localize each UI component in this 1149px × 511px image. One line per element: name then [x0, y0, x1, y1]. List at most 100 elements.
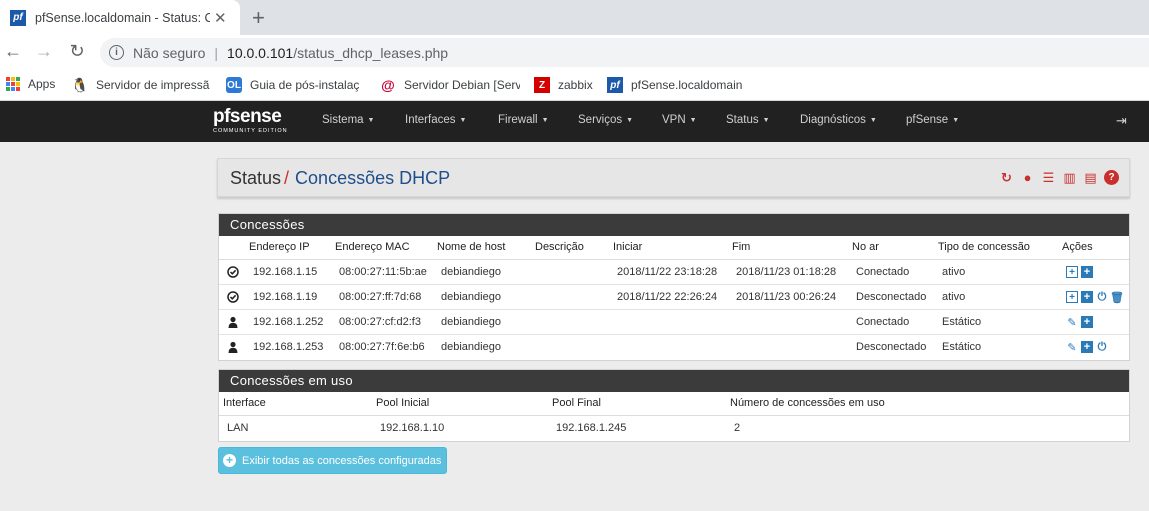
bookmark-pfsense[interactable]: pf pfSense.localdomain [607, 77, 742, 93]
breadcrumb-icons: ↻ ● ☰ ▥ ▤ ? [999, 170, 1119, 185]
caret-down-icon: ▼ [541, 117, 549, 124]
address-bar[interactable]: i Não seguro | 10.0.0.101/status_dhcp_le… [100, 38, 1149, 67]
caret-down-icon: ▼ [689, 117, 697, 124]
col-lease-count: Número de concessões em uso [730, 397, 885, 409]
add-static-plus-icon[interactable]: + [1081, 266, 1093, 278]
add-static-plus-icon[interactable]: + [1081, 291, 1093, 303]
menu-firewall[interactable]: Firewall ▼ [498, 114, 549, 126]
apps-grid-icon [6, 77, 20, 91]
stop-icon[interactable]: ● [1020, 170, 1035, 185]
forward-arrow-icon[interactable]: → [33, 41, 55, 62]
col-hostname[interactable]: Nome de host [437, 241, 505, 253]
add-wol-plus-outline-icon[interactable]: + [1066, 291, 1078, 303]
check-circle-icon [227, 291, 239, 303]
browser-toolbar: ← → ↻ i Não seguro | 10.0.0.101/status_d… [0, 35, 1149, 70]
logout-icon[interactable]: ⇥ [1116, 113, 1127, 129]
menu-status[interactable]: Status ▼ [726, 114, 770, 126]
col-start[interactable]: Iniciar [613, 241, 642, 253]
pfsense-logo[interactable]: pfsense COMMUNITY EDITION [213, 107, 299, 139]
col-interface: Interface [223, 397, 266, 409]
caret-down-icon: ▼ [762, 117, 770, 124]
user-icon [228, 341, 238, 353]
col-mac[interactable]: Endereço MAC [335, 241, 410, 253]
info-icon[interactable]: i [109, 45, 124, 60]
ol-icon: OL [226, 77, 242, 93]
browser-tabstrip: pf pfSense.localdomain - Status: Co ✕ + [0, 0, 1149, 35]
add-wol-plus-outline-icon[interactable]: + [1066, 266, 1078, 278]
logo-main: pfsense [213, 106, 282, 127]
trash-icon[interactable]: 🗑 [1110, 291, 1124, 304]
col-end[interactable]: Fim [732, 241, 750, 253]
pf-icon: pf [607, 77, 623, 93]
breadcrumb: Status / Concessões DHCP [230, 168, 450, 189]
show-all-leases-button[interactable]: + Exibir todas as concessões configurada… [218, 447, 447, 474]
breadcrumb-parent[interactable]: Status [230, 168, 281, 188]
leases-panel: Concessões Endereço IP Endereço MAC Nome… [218, 213, 1130, 361]
menu-servicos[interactable]: Serviços ▼ [578, 114, 633, 126]
breadcrumb-current[interactable]: Concessões DHCP [295, 168, 450, 188]
cell-pool-end: 192.168.1.245 [556, 422, 627, 434]
cell-mac: 08:00:27:cf:d2:f3 [339, 316, 421, 328]
cell-end: 2018/11/23 00:26:24 [736, 291, 837, 303]
logo-sub: COMMUNITY EDITION [213, 128, 288, 134]
show-all-leases-label: Exibir todas as concessões configuradas [242, 454, 442, 467]
col-actions: Ações [1062, 241, 1093, 253]
cell-online: Desconectado [856, 341, 927, 353]
col-ip[interactable]: Endereço IP [249, 241, 310, 253]
bookmark-apps[interactable]: Apps [6, 77, 55, 91]
penguin-icon: 🐧 [71, 76, 89, 93]
cell-hostname: debiandiego [441, 266, 501, 278]
list-icon[interactable]: ▤ [1083, 170, 1098, 185]
leases-table-header: Endereço IP Endereço MAC Nome de host De… [219, 236, 1129, 260]
cell-mac: 08:00:27:11:5b:ae [339, 266, 427, 278]
table-row: 192.168.1.15 08:00:27:11:5b:ae debiandie… [219, 260, 1129, 285]
user-icon [228, 316, 238, 328]
menu-interfaces[interactable]: Interfaces ▼ [405, 114, 466, 126]
col-pool-start: Pool Inicial [376, 397, 430, 409]
cell-hostname: debiandiego [441, 291, 501, 303]
power-icon[interactable]: ⏻ [1096, 341, 1108, 353]
security-label: Não seguro [133, 44, 206, 61]
cell-ip: 192.168.1.19 [253, 291, 318, 303]
table-row: LAN 192.168.1.10 192.168.1.245 2 [219, 416, 1129, 441]
menu-sistema[interactable]: Sistema ▼ [322, 114, 374, 126]
pools-panel-title: Concessões em uso [219, 370, 1129, 392]
menu-pfsense[interactable]: pfSense ▼ [906, 114, 959, 126]
add-plus-icon[interactable]: + [1081, 341, 1093, 353]
close-tab-icon[interactable]: ✕ [214, 9, 227, 27]
bookmark-debian-server[interactable]: @ Servidor Debian [Serv [380, 77, 520, 93]
bookmark-zabbix[interactable]: Z zabbix [534, 77, 593, 93]
pencil-icon[interactable]: ✎ [1066, 341, 1078, 354]
new-tab-icon[interactable]: + [252, 5, 265, 31]
bookmark-post-install-guide[interactable]: OL Guia de pós-instalaç [226, 77, 366, 93]
browser-tab[interactable]: pf pfSense.localdomain - Status: Co ✕ [0, 0, 240, 35]
power-icon[interactable]: ⏻ [1096, 291, 1108, 303]
reload-icon[interactable]: ↻ [66, 41, 88, 62]
plus-circle-icon: + [223, 454, 236, 467]
menu-diagnosticos[interactable]: Diagnósticos ▼ [800, 114, 877, 126]
bookmark-label: Servidor de impressã [96, 78, 210, 92]
col-online[interactable]: No ar [852, 241, 879, 253]
menu-vpn[interactable]: VPN ▼ [662, 114, 697, 126]
back-arrow-icon[interactable]: ← [2, 41, 24, 62]
add-plus-icon[interactable]: + [1081, 316, 1093, 328]
col-lease-type[interactable]: Tipo de concessão [938, 241, 1030, 253]
refresh-icon[interactable]: ↻ [999, 170, 1014, 185]
omnibox-separator: | [214, 44, 219, 61]
bookmark-print-server[interactable]: 🐧 Servidor de impressã [71, 76, 214, 93]
breadcrumb-panel: Status / Concessões DHCP ↻ ● ☰ ▥ ▤ ? [217, 158, 1130, 197]
cell-hostname: debiandiego [441, 341, 501, 353]
leases-panel-title: Concessões [219, 214, 1129, 236]
help-icon[interactable]: ? [1104, 170, 1119, 185]
zabbix-icon: Z [534, 77, 550, 93]
bookmarks-bar: Apps 🐧 Servidor de impressã OL Guia de p… [0, 70, 1149, 101]
col-description[interactable]: Descrição [535, 241, 584, 253]
bar-chart-icon[interactable]: ▥ [1062, 170, 1077, 185]
cell-lease-count: 2 [734, 422, 741, 434]
cell-type: Estático [942, 341, 982, 353]
caret-down-icon: ▼ [869, 117, 877, 124]
breadcrumb-slash: / [284, 168, 290, 188]
sliders-icon[interactable]: ☰ [1041, 170, 1056, 185]
bookmark-label: Servidor Debian [Serv [404, 78, 520, 92]
pencil-icon[interactable]: ✎ [1066, 316, 1078, 329]
